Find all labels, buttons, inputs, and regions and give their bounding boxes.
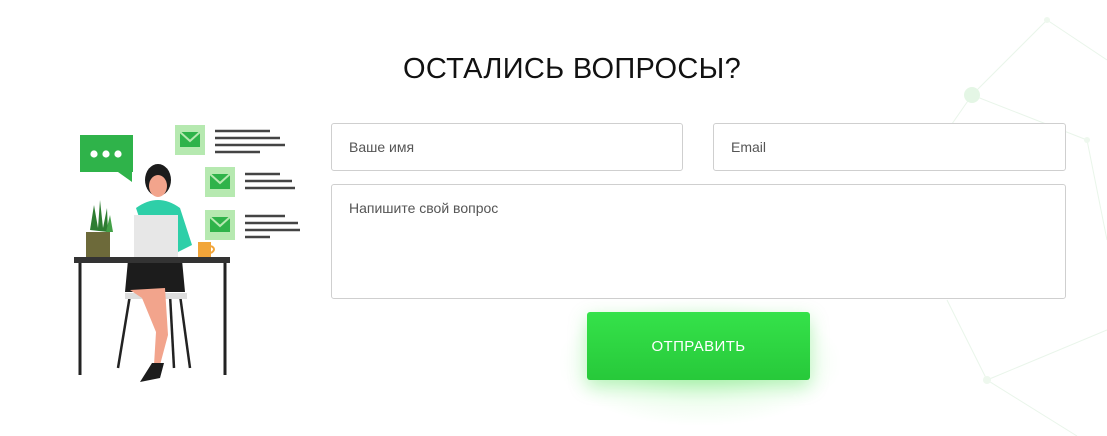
woman-at-laptop-illustration bbox=[74, 125, 300, 382]
submit-button[interactable]: ОТПРАВИТЬ bbox=[587, 312, 810, 380]
envelope-icon bbox=[205, 210, 300, 240]
chat-bubble-icon bbox=[80, 135, 133, 182]
email-input[interactable] bbox=[713, 123, 1066, 171]
question-textarea[interactable] bbox=[331, 184, 1066, 299]
envelope-icon bbox=[205, 167, 295, 197]
name-input[interactable] bbox=[331, 123, 683, 171]
envelope-icon bbox=[175, 125, 285, 155]
plant-icon bbox=[86, 200, 113, 257]
page-title: ОСТАЛИСЬ ВОПРОСЫ? bbox=[402, 53, 742, 86]
coffee-cup-icon bbox=[198, 242, 215, 257]
